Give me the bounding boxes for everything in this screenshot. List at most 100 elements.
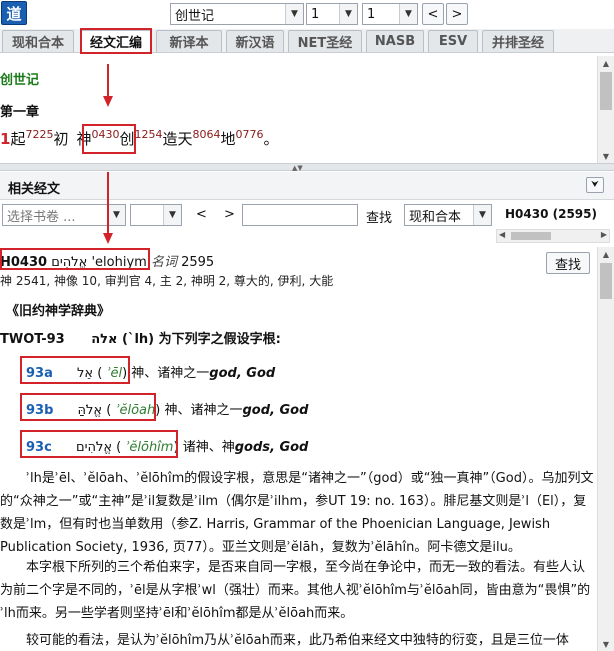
entry-english: god, God <box>209 366 276 381</box>
lexicon-search-button[interactable]: 查找 <box>546 252 590 274</box>
lexicon-paragraph-3: 较可能的看法，是认为ʾĕlōhîm乃从ʾĕlōah而来，此乃希伯来经文中独特的衍… <box>26 633 569 648</box>
strong-number[interactable]: 7225 <box>25 128 53 141</box>
entry-gloss: 神、诸神之一 <box>131 366 210 381</box>
related-chapter-select[interactable]: ▼ <box>130 204 182 226</box>
twot-line: TWOT-93 אלה (`lh) 为下列字之假设字根: <box>0 328 281 347</box>
passage-book: 创世记 <box>0 73 40 88</box>
collapse-related-icon[interactable]: ⮟ <box>586 177 604 193</box>
passage-scrollbar[interactable]: ▲ ▼ <box>597 56 614 163</box>
arrow-head <box>103 233 113 244</box>
strong-number[interactable]: 1254 <box>135 128 163 141</box>
collapse-icon[interactable]: ▲▼ <box>292 164 303 172</box>
twot-entry-93b[interactable]: 93b אֱלֹהַּ ( ʾĕlōah) 神、诸神之一god, God <box>26 399 308 418</box>
lemma-line: H0430 אֱלֹהִים 'elohiym 名词 2595 <box>0 251 214 270</box>
entry-translit: ʾĕlōhîm <box>125 440 174 455</box>
scroll-left-icon[interactable]: ◀ <box>499 230 505 239</box>
verse-word-highlighted[interactable]: 神 <box>76 130 91 148</box>
tab-7[interactable]: 并排圣经 <box>482 30 554 52</box>
lexicon-scrollbar[interactable]: ▲ ▼ <box>597 247 614 651</box>
twot-entry-93a[interactable]: 93a אֵל ( ʾēl) 神、诸神之一god, God <box>26 362 275 381</box>
verse-number: 1 <box>0 130 11 148</box>
entry-gloss: 神、诸神之一 <box>164 403 243 418</box>
lemma-count-header: H0430 (2595) <box>505 207 597 221</box>
related-search-input[interactable] <box>242 204 358 226</box>
strong-number-highlighted[interactable]: 0430 <box>91 128 119 141</box>
twot-label: TWOT-93 <box>0 332 65 347</box>
scroll-thumb[interactable] <box>600 263 612 299</box>
entry-hebrew: אֱלֹהִים <box>75 440 113 455</box>
related-next-button[interactable]: > <box>224 207 235 222</box>
verse-word[interactable]: 地 <box>221 130 236 148</box>
lexicon-paragraph-2: 本字根下所列的三个希伯来字，是否来自同一字根，至今尚在争论中，而无一致的看法。有… <box>0 560 591 621</box>
scroll-down-icon[interactable]: ▼ <box>598 149 614 163</box>
lexicon-paragraph-1: ʾlh是ʾēl、ʾĕlōah、ʾĕlōhîm的假设字根，意思是“诸神之一”（go… <box>0 471 594 555</box>
chevron-down-icon[interactable]: ▼ <box>285 4 303 24</box>
lemma-translit: 'elohiym <box>91 255 147 270</box>
book-select[interactable]: 创世记 ▼ <box>170 3 304 25</box>
lemma-pos: 名词 <box>150 255 177 270</box>
verse-line: 1起7225初 神0430创1254造天8064地0776。 <box>0 128 279 149</box>
tab-1[interactable]: 经文汇编 <box>80 30 152 52</box>
related-prev-button[interactable]: < <box>196 207 207 222</box>
prev-verse-button[interactable]: < <box>422 3 444 25</box>
verse-select-value: 1 <box>367 6 376 22</box>
twot-root: (`lh) 为下列字之假设字根: <box>122 332 281 347</box>
entry-english: god, God <box>242 403 309 418</box>
strong-number[interactable]: 0776 <box>236 128 264 141</box>
lemma-hebrew: אֱלֹהִים <box>51 255 88 270</box>
entry-id[interactable]: 93a <box>26 366 53 381</box>
tab-5[interactable]: NASB <box>366 30 424 52</box>
tab-6[interactable]: ESV <box>428 30 478 52</box>
horizontal-scrollbar[interactable]: ◀ ▶ <box>496 229 610 243</box>
verse-select[interactable]: 1 ▼ <box>362 3 418 25</box>
entry-translit: ʾēl <box>106 366 123 381</box>
strong-number[interactable]: 8064 <box>193 128 221 141</box>
scroll-up-icon[interactable]: ▲ <box>598 247 614 261</box>
next-verse-button[interactable]: > <box>446 3 468 25</box>
lemma-glosses: 神 2541, 神像 10, 审判官 4, 主 2, 神明 2, 尊大的, 伊利… <box>0 274 334 288</box>
entry-hebrew: אֱלֹהַּ <box>77 403 103 418</box>
arrow-head <box>103 96 113 107</box>
tab-0[interactable]: 现和合本 <box>2 30 74 52</box>
scroll-up-icon[interactable]: ▲ <box>598 56 614 70</box>
lemma-count: 2595 <box>181 255 215 270</box>
related-version-value: 现和合本 <box>409 209 462 225</box>
passage-chapter: 第一章 <box>0 105 40 120</box>
verse-word[interactable]: 造天 <box>163 130 193 148</box>
chevron-down-icon[interactable]: ▼ <box>163 205 181 225</box>
verse-word[interactable]: 起 <box>10 130 25 148</box>
version-tabs: 现和合本 经文汇编 新译本 新汉语 NET圣经 NASB ESV 并排圣经 <box>0 29 614 53</box>
scroll-down-icon[interactable]: ▼ <box>598 637 614 651</box>
twot-entry-93c[interactable]: 93c אֱלֹהִים ( ʾĕlōhîm) 诸神、神gods, God <box>26 436 308 455</box>
chevron-down-icon[interactable]: ▼ <box>399 4 417 24</box>
verse-word: 初 <box>53 130 69 148</box>
entry-english: gods, God <box>234 440 309 455</box>
lemma-code: H0430 <box>0 255 48 270</box>
twot-hebrew: אלה <box>91 332 118 347</box>
tab-3[interactable]: 新汉语 <box>226 30 284 52</box>
tab-4[interactable]: NET圣经 <box>288 30 362 52</box>
chevron-down-icon[interactable]: ▼ <box>473 205 491 225</box>
chapter-select[interactable]: 1 ▼ <box>306 3 358 25</box>
arrow-line <box>107 64 109 98</box>
entry-gloss: 诸神、神 <box>182 440 235 455</box>
related-search-label[interactable]: 查找 <box>366 207 392 226</box>
verse-word: 。 <box>263 130 279 148</box>
entry-translit: ʾĕlōah <box>115 403 156 418</box>
app-logo[interactable]: 道 <box>1 1 27 25</box>
related-title: 相关经文 <box>8 182 61 197</box>
chevron-down-icon[interactable]: ▼ <box>339 4 357 24</box>
verse-word[interactable]: 创 <box>119 130 134 148</box>
entry-id[interactable]: 93b <box>26 403 53 418</box>
arrow-line <box>107 172 109 234</box>
related-header-bar <box>0 172 614 200</box>
scroll-thumb[interactable] <box>600 72 612 110</box>
tab-2[interactable]: 新译本 <box>156 30 222 52</box>
chevron-down-icon[interactable]: ▼ <box>107 205 125 225</box>
book-select-value: 创世记 <box>175 8 215 24</box>
entry-id[interactable]: 93c <box>26 440 52 455</box>
scroll-right-icon[interactable]: ▶ <box>601 230 607 239</box>
related-version-select[interactable]: 现和合本 ▼ <box>404 204 492 226</box>
scroll-thumb[interactable] <box>511 232 551 240</box>
pane-splitter[interactable]: ▲▼ <box>0 163 614 172</box>
